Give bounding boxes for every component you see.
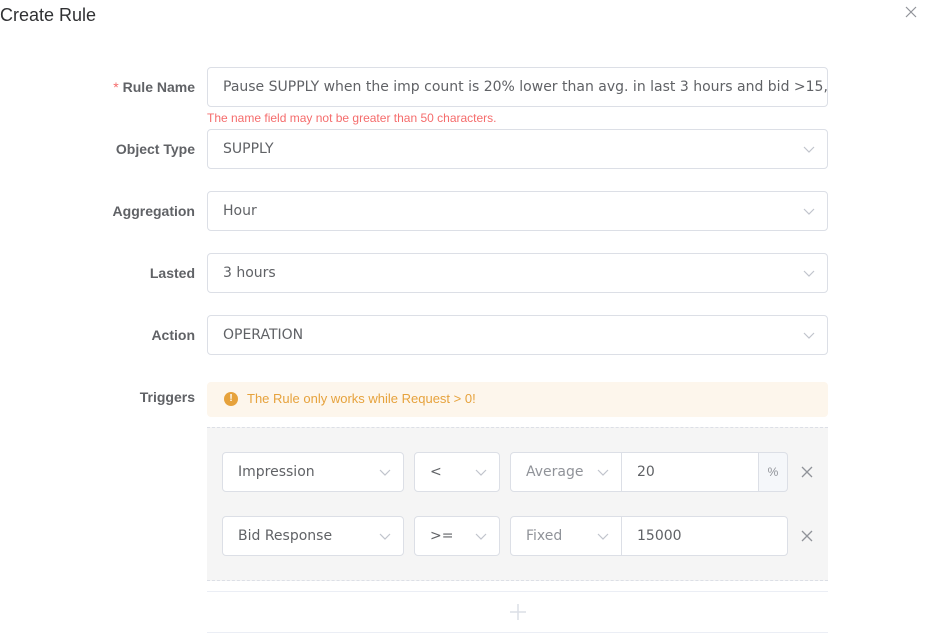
lasted-label: Lasted (149, 265, 195, 281)
trigger-mode-value: Fixed (526, 528, 563, 544)
action-label: Action (151, 327, 195, 343)
trigger-value: 20 (637, 464, 655, 480)
trigger-list (207, 427, 828, 581)
trigger-notice: ! The Rule only works while Request > 0! (207, 382, 828, 417)
trigger-value: 15000 (637, 528, 682, 544)
trigger-metric-select[interactable]: Impression (222, 452, 404, 492)
trigger-metric-value: Bid Response (238, 528, 333, 544)
trigger-metric-select[interactable]: Bid Response (222, 516, 404, 556)
lasted-select[interactable]: 3 hours (207, 253, 828, 293)
required-mark: * (113, 79, 119, 95)
action-value: OPERATION (223, 327, 304, 343)
trigger-metric-value: Impression (238, 464, 315, 480)
remove-trigger-icon[interactable] (800, 529, 814, 543)
aggregation-label: Aggregation (112, 203, 195, 219)
trigger-operator-select[interactable]: >= (414, 516, 500, 556)
chevron-down-icon (803, 206, 815, 216)
dialog-title: Create Rule (0, 5, 97, 25)
trigger-operator-select[interactable]: < (414, 452, 500, 492)
warning-icon: ! (224, 392, 238, 406)
percent-suffix: % (759, 452, 788, 492)
trigger-operator-value: >= (430, 528, 454, 544)
chevron-down-icon (803, 268, 815, 278)
lasted-value: 3 hours (223, 265, 276, 281)
add-trigger-button[interactable] (207, 591, 828, 633)
chevron-down-icon (597, 467, 609, 477)
trigger-mode-value: Average (526, 464, 584, 480)
trigger-operator-value: < (430, 464, 442, 480)
trigger-mode-select[interactable]: Fixed (510, 516, 622, 556)
rule-name-input[interactable]: Pause SUPPLY when the imp count is 20% l… (207, 67, 828, 107)
trigger-notice-text: The Rule only works while Request > 0! (247, 391, 476, 406)
object-type-select[interactable]: SUPPLY (207, 129, 828, 169)
rule-name-error: The name field may not be greater than 5… (207, 111, 497, 125)
remove-trigger-icon[interactable] (800, 465, 814, 479)
object-type-value: SUPPLY (223, 141, 274, 157)
trigger-value-input[interactable]: 20 (621, 452, 759, 492)
chevron-down-icon (379, 531, 391, 541)
chevron-down-icon (475, 531, 487, 541)
plus-icon (509, 603, 527, 621)
trigger-mode-select[interactable]: Average (510, 452, 622, 492)
object-type-label: Object Type (115, 141, 195, 157)
chevron-down-icon (803, 330, 815, 340)
trigger-value-input[interactable]: 15000 (621, 516, 788, 556)
rule-name-label: * Rule Name (0, 77, 195, 97)
aggregation-value: Hour (223, 203, 257, 219)
action-select[interactable]: OPERATION (207, 315, 828, 355)
rule-name-value: Pause SUPPLY when the imp count is 20% l… (223, 79, 828, 95)
rule-name-label-text: Rule Name (122, 79, 195, 95)
aggregation-select[interactable]: Hour (207, 191, 828, 231)
chevron-down-icon (379, 467, 391, 477)
chevron-down-icon (803, 144, 815, 154)
close-icon[interactable] (903, 4, 919, 20)
chevron-down-icon (475, 467, 487, 477)
triggers-label: Triggers (139, 389, 195, 405)
chevron-down-icon (597, 531, 609, 541)
